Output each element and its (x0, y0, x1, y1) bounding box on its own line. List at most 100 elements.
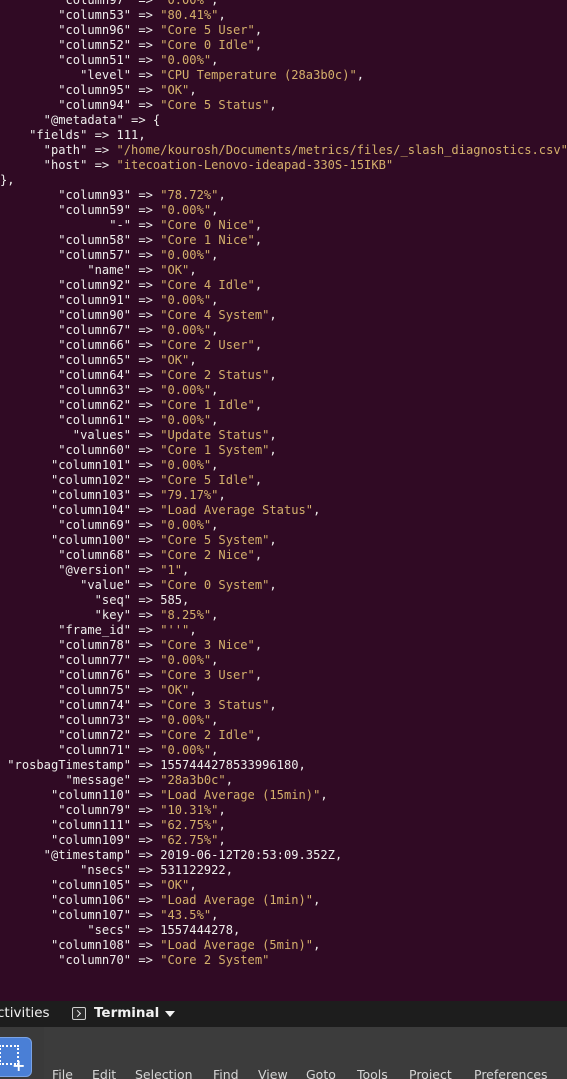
field-value: "Core 4 Idle" (160, 278, 255, 292)
terminal-line: "column70" => "Core 2 System" (0, 953, 269, 968)
menu-item-find[interactable]: Find (213, 1067, 239, 1079)
arrow-operator: => (131, 488, 161, 502)
field-value: 1557444278533996180 (160, 758, 299, 772)
field-value: 531122922 (160, 863, 226, 877)
terminal-line: "@timestamp" => 2019-06-12T20:53:09.352Z… (0, 848, 343, 863)
field-key: "column73" (0, 713, 132, 727)
arrow-operator: => (131, 53, 161, 67)
separator: , (269, 308, 277, 322)
terminal-line: "@metadata" => { (0, 113, 161, 128)
field-key: "@metadata" (0, 113, 124, 127)
menu-item-project[interactable]: Project (409, 1067, 452, 1079)
activities-button[interactable]: ctivities (0, 1005, 50, 1021)
field-value: "OK" (160, 683, 190, 697)
separator: , (211, 203, 219, 217)
field-value: "1" (160, 563, 183, 577)
dock: + (0, 1027, 44, 1079)
field-key: "column102" (0, 473, 132, 487)
separator: , (189, 263, 197, 277)
separator: , (254, 38, 263, 52)
field-key: "column111" (0, 818, 132, 832)
field-key: "column108" (0, 938, 132, 952)
arrow-operator: => (123, 113, 153, 127)
separator: , (211, 383, 219, 397)
separator: , (254, 668, 263, 682)
field-value: "62.75%" (160, 818, 219, 832)
arrow-operator: => (131, 668, 161, 682)
separator: , (334, 848, 343, 862)
menu-item-tools[interactable]: Tools (357, 1067, 388, 1079)
arrow-operator: => (131, 203, 161, 217)
field-key: "fields" (0, 128, 88, 142)
field-key: "column52" (0, 38, 132, 52)
terminal-line: "values" => "Update Status", (0, 428, 277, 443)
terminal-app-menu[interactable]: Terminal (72, 1005, 176, 1021)
field-value: "Core 1 System" (160, 443, 270, 457)
field-value: "0.00%" (160, 323, 212, 337)
field-value: "0.00%" (160, 653, 212, 667)
separator: , (211, 413, 219, 427)
separator: , (269, 428, 277, 442)
separator: , (254, 398, 263, 412)
field-value: "0.00%" (160, 203, 212, 217)
field-value: "Core 4 System" (160, 308, 270, 322)
arrow-operator: => (131, 938, 161, 952)
field-key: "column106" (0, 893, 132, 907)
menu-item-file[interactable]: File (52, 1067, 73, 1079)
field-key: "column76" (0, 668, 132, 682)
arrow-operator: => (131, 218, 161, 232)
arrow-operator: => (131, 473, 161, 487)
arrow-operator: => (131, 23, 161, 37)
menu-item-preferences[interactable]: Preferences (474, 1067, 548, 1079)
screenshot-tool-icon[interactable]: + (0, 1037, 32, 1077)
field-key: "column75" (0, 683, 132, 697)
separator: , (211, 0, 219, 7)
arrow-operator: => (131, 518, 161, 532)
arrow-operator: => (87, 158, 117, 172)
field-key: "column63" (0, 383, 132, 397)
terminal-line: "level" => "CPU Temperature (28a3b0c)", (0, 68, 364, 83)
terminal-line: "column106" => "Load Average (1min)", (0, 893, 320, 908)
menu-item-edit[interactable]: Edit (92, 1067, 116, 1079)
terminal-output[interactable]: "column97" => "0.00%", "column53" => "80… (0, 0, 567, 1001)
arrow-operator: => (87, 128, 117, 142)
arrow-operator: => (131, 803, 161, 817)
arrow-operator: => (131, 248, 161, 262)
field-value: "0.00%" (160, 383, 212, 397)
field-value: "Core 5 User" (160, 23, 255, 37)
field-value: "10.31%" (160, 803, 219, 817)
arrow-operator: => (131, 788, 161, 802)
field-value: "8.25%" (160, 608, 212, 622)
field-value: "Update Status" (160, 428, 270, 442)
terminal-line: "key" => "8.25%", (0, 608, 219, 623)
field-key: "column70" (0, 953, 132, 967)
field-key: "column68" (0, 548, 132, 562)
separator: , (218, 8, 226, 22)
field-key: "column57" (0, 248, 132, 262)
terminal-line: "column67" => "0.00%", (0, 323, 218, 338)
terminal-line: "column109" => "62.75%", (0, 833, 226, 848)
terminal-line: "column57" => "0.00%", (0, 248, 218, 263)
field-value: 2019-06-12T20:53:09.352Z (160, 848, 335, 862)
arrow-operator: => (131, 323, 161, 337)
arrow-operator: => (131, 263, 161, 277)
arrow-operator: => (131, 0, 161, 7)
arrow-operator: => (131, 98, 161, 112)
field-value: "0.00%" (160, 293, 212, 307)
field-value: "Core 3 Nice" (160, 638, 255, 652)
terminal-line: "column91" => "0.00%", (0, 293, 218, 308)
menu-item-view[interactable]: View (258, 1067, 288, 1079)
separator: , (356, 68, 365, 82)
terminal-line: }, (0, 173, 15, 188)
terminal-line: "name" => "OK", (0, 263, 197, 278)
field-key: "column66" (0, 338, 132, 352)
terminal-line: "column108" => "Load Average (5min)", (0, 938, 320, 953)
field-key: "column94" (0, 98, 132, 112)
terminal-line: "column100" => "Core 5 System", (0, 533, 277, 548)
terminal-line: "column64" => "Core 2 Status", (0, 368, 276, 383)
menu-item-selection[interactable]: Selection (135, 1067, 193, 1079)
field-key: "column96" (0, 23, 132, 37)
menu-item-goto[interactable]: Goto (306, 1067, 336, 1079)
separator: , (211, 653, 219, 667)
arrow-operator: => (131, 773, 161, 787)
